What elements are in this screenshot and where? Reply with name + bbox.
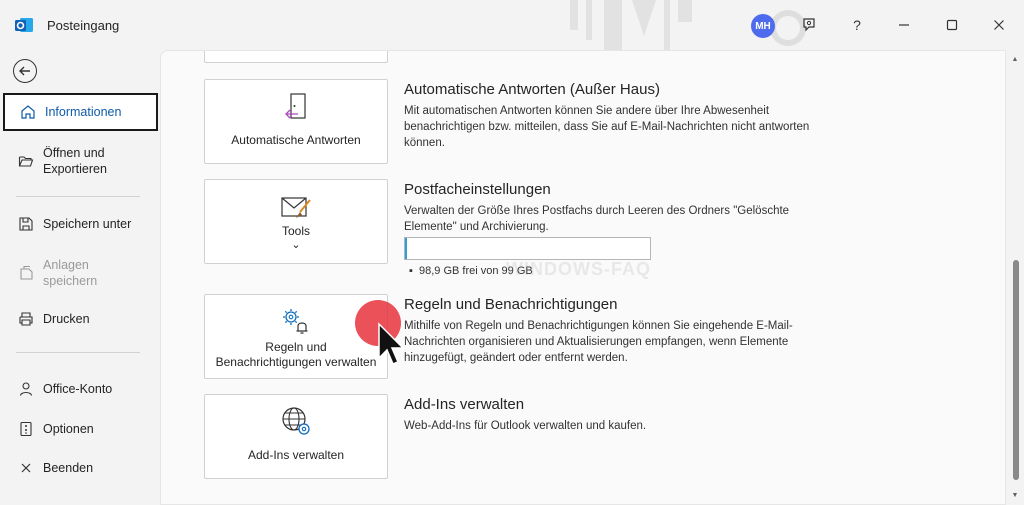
title-bar: Posteingang MH ? [0, 0, 1024, 50]
section-description: Mithilfe von Regeln und Benachrichtigung… [404, 320, 793, 364]
feedback-button[interactable] [795, 12, 823, 38]
decorative-header-pattern-icon [570, 0, 692, 50]
automatic-replies-icon [205, 92, 387, 122]
section-description: Mit automatischen Antworten können Sie a… [404, 105, 810, 149]
sidebar-item-beenden[interactable]: Beenden [3, 458, 158, 478]
sidebar-item-label: Beenden [43, 461, 94, 475]
save-attachments-icon [16, 263, 36, 283]
window-title: Posteingang [47, 18, 120, 33]
help-button[interactable]: ? [843, 12, 871, 38]
card-label: Add-Ins verwalten [247, 448, 345, 462]
backstage-sidebar: Informationen Öffnen und Exportieren Spe… [0, 50, 160, 505]
sidebar-item-anlagen-speichern[interactable]: Anlagen speichern [3, 255, 158, 291]
main-content: Automatische Antworten Automatische Antw… [160, 50, 1006, 505]
mouse-cursor-icon [378, 322, 405, 365]
sidebar-item-label: Office-Konto [43, 382, 113, 396]
tools-button[interactable]: Tools ⌄ [204, 179, 388, 264]
person-icon [16, 379, 36, 399]
sidebar-item-oeffnen-exportieren[interactable]: Öffnen und Exportieren [3, 142, 158, 180]
minimize-button[interactable] [890, 12, 918, 38]
sidebar-divider [16, 196, 140, 197]
section-title: Regeln und Benachrichtigungen [404, 296, 618, 313]
scroll-up-arrow-icon[interactable]: ▲ [1006, 52, 1024, 66]
feedback-icon [803, 18, 815, 32]
section-description: Verwalten der Größe Ihres Postfachs durc… [404, 205, 790, 233]
sidebar-item-optionen[interactable]: Optionen [3, 419, 158, 439]
close-icon [16, 458, 36, 478]
section-title: Add-Ins verwalten [404, 396, 525, 413]
maximize-icon [946, 19, 958, 31]
outlook-app-icon [15, 18, 33, 32]
card-label: Regeln und Benachrichtigungen verwalten [215, 340, 377, 369]
minimize-icon [899, 24, 909, 26]
sidebar-item-label: Speichern unter [43, 217, 132, 231]
avatar[interactable]: MH [751, 14, 775, 38]
arrow-left-icon [19, 66, 30, 76]
section-title: Automatische Antworten (Außer Haus) [404, 81, 660, 98]
automatic-replies-button[interactable]: Automatische Antworten [204, 79, 388, 164]
globe-gear-icon [205, 405, 387, 437]
save-as-icon [16, 214, 36, 234]
sidebar-item-label: Anlagen speichern [43, 258, 98, 288]
home-icon [18, 102, 38, 122]
sidebar-item-drucken[interactable]: Drucken [3, 309, 158, 329]
maximize-button[interactable] [938, 12, 966, 38]
close-icon [994, 20, 1004, 30]
sidebar-item-label: Optionen [43, 422, 94, 436]
mailbox-quota-fill [405, 238, 408, 259]
sidebar-item-label: Drucken [43, 312, 90, 326]
sidebar-item-office-konto[interactable]: Office-Konto [3, 379, 158, 399]
chevron-down-icon: ⌄ [291, 239, 301, 251]
options-icon [16, 419, 36, 439]
sidebar-item-label: Öffnen und Exportieren [43, 146, 107, 176]
mailbox-quota-bar [404, 237, 651, 260]
scrollbar-thumb[interactable] [1013, 260, 1019, 480]
sidebar-divider [16, 352, 140, 353]
section-description: Web-Add-Ins für Outlook verwalten und ka… [404, 420, 647, 432]
partial-card[interactable] [204, 51, 388, 63]
back-button[interactable] [13, 59, 37, 83]
close-window-button[interactable] [985, 12, 1013, 38]
sidebar-item-label: Informationen [45, 105, 122, 119]
printer-icon [16, 309, 36, 329]
manage-addins-button[interactable]: Add-Ins verwalten [204, 394, 388, 479]
sidebar-item-informationen[interactable]: Informationen [3, 93, 158, 131]
section-title: Postfacheinstellungen [404, 181, 551, 198]
card-label: Automatische Antworten [231, 133, 361, 147]
mailbox-cleanup-icon [205, 194, 387, 222]
vertical-scrollbar[interactable]: ▲ ▼ [1006, 50, 1024, 505]
sidebar-item-speichern-unter[interactable]: Speichern unter [3, 214, 158, 234]
watermark: WINDOWS-FAQ [506, 259, 651, 279]
scroll-down-arrow-icon[interactable]: ▼ [1006, 488, 1024, 502]
card-label: Tools [281, 224, 310, 238]
folder-open-icon [16, 151, 36, 171]
